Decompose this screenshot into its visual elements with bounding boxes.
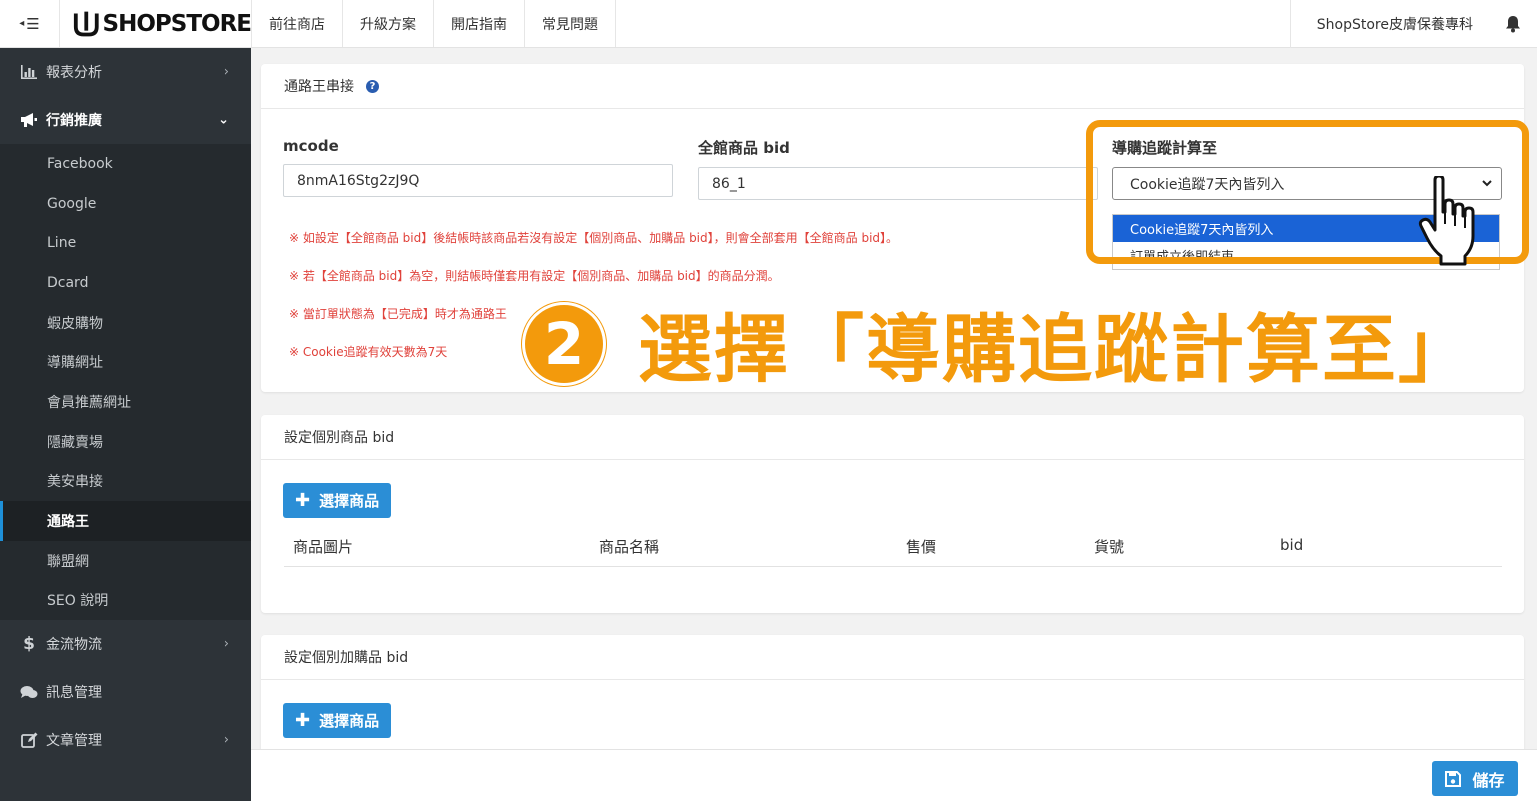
menu-icon: ☰ <box>26 14 40 33</box>
edit-icon <box>18 732 40 749</box>
mcode-input[interactable] <box>283 164 673 197</box>
bell-icon <box>1506 15 1520 32</box>
marketing-submenu: Facebook Google Line Dcard 蝦皮購物 導購網址 會員推… <box>0 144 251 621</box>
submenu-item-seo[interactable]: SEO 說明 <box>0 581 251 621</box>
sidebar-toggle-button[interactable]: ◂ ☰ <box>0 0 60 47</box>
sidebar: 報表分析 › 行銷推廣 ⌄ Facebook Google Line Dcard… <box>0 48 251 801</box>
submenu-item-affiliate[interactable]: 聯盟網 <box>0 541 251 581</box>
submenu-item-line[interactable]: Line <box>0 223 251 263</box>
button-label: 選擇商品 <box>319 492 380 510</box>
column-bid: bid <box>1280 536 1304 554</box>
card-header: 設定個別商品 bid <box>261 415 1524 460</box>
chevron-down-icon: ⌄ <box>218 112 229 128</box>
column-product-name: 商品名稱 <box>599 538 660 556</box>
sidebar-item-label: 行銷推廣 <box>46 113 102 129</box>
store-bid-input[interactable] <box>698 167 1098 200</box>
sidebar-item-articles[interactable]: 文章管理 › <box>0 716 251 764</box>
footer-bar: 儲存 <box>251 749 1537 801</box>
submenu-item-dcard[interactable]: Dcard <box>0 263 251 303</box>
note-line: ※ 當訂單狀態為【已完成】時才為通路王 <box>289 307 507 321</box>
sidebar-item-payment-logistics[interactable]: $ 金流物流 › <box>0 620 251 668</box>
main-content: 通路王串接 ? mcode 全館商品 bid 導購追蹤計算至 Cookie追蹤7… <box>251 48 1537 801</box>
nav-faq[interactable]: 常見問題 <box>525 0 616 47</box>
chat-icon <box>18 685 40 700</box>
brand-logo[interactable]: SHOPSTORE <box>60 0 252 47</box>
nav-upgrade-plan[interactable]: 升級方案 <box>343 0 434 47</box>
help-icon[interactable]: ? <box>366 79 379 93</box>
column-price: 售價 <box>906 538 937 556</box>
nav-goto-store[interactable]: 前往商店 <box>252 0 343 47</box>
save-label: 儲存 <box>1472 770 1505 790</box>
notification-button[interactable] <box>1489 15 1537 33</box>
button-label: 選擇商品 <box>319 712 380 730</box>
sidebar-item-label: 報表分析 <box>46 65 102 81</box>
card-title: 設定個別商品 bid <box>284 430 395 446</box>
floppy-disk-icon <box>1445 770 1462 787</box>
card-title: 設定個別加購品 bid <box>284 650 409 666</box>
chevron-right-icon: › <box>223 64 229 80</box>
plus-icon: ✚ <box>295 490 311 511</box>
pointer-hand-icon <box>1418 176 1475 266</box>
sidebar-item-label: 金流物流 <box>46 637 102 654</box>
nav-store-guide[interactable]: 開店指南 <box>434 0 525 47</box>
chevron-right-icon: › <box>223 732 229 748</box>
submenu-item-hidden-store[interactable]: 隱藏賣場 <box>0 422 251 462</box>
note-line: ※ 若【全館商品 bid】為空，則結帳時僅套用有設定【個別商品、加購品 bid】… <box>289 269 780 283</box>
bar-chart-icon <box>18 65 40 79</box>
card-title: 通路王串接 <box>284 79 354 95</box>
column-sku: 貨號 <box>1094 538 1125 556</box>
note-line: ※ Cookie追蹤有效天數為7天 <box>289 345 448 359</box>
mcode-field: mcode <box>283 137 673 197</box>
tracking-label: 導購追蹤計算至 <box>1112 139 1218 157</box>
submenu-item-ichannels[interactable]: 通路王 <box>0 501 251 541</box>
submenu-item-member-referral[interactable]: 會員推薦網址 <box>0 382 251 422</box>
store-bid-label: 全館商品 bid <box>698 139 790 157</box>
tracking-select-value: Cookie追蹤7天內皆列入 <box>1130 176 1285 193</box>
megaphone-icon <box>18 112 40 128</box>
step-number-badge: 2 <box>522 301 606 386</box>
select-addon-button[interactable]: ✚ 選擇商品 <box>283 703 392 738</box>
chevron-right-icon: › <box>223 636 229 652</box>
submenu-item-google[interactable]: Google <box>0 184 251 224</box>
top-bar: ◂ ☰ SHOPSTORE 前往商店 升級方案 開店指南 常見問題 ShopSt… <box>0 0 1537 48</box>
submenu-item-referral-url[interactable]: 導購網址 <box>0 342 251 382</box>
plus-icon: ✚ <box>295 710 311 731</box>
brand-name: SHOPSTORE <box>102 10 252 37</box>
submenu-item-market-america[interactable]: 美安串接 <box>0 462 251 502</box>
tutorial-overlay: 2 選擇「導購追蹤計算至」 <box>522 290 1474 397</box>
store-bid-field: 全館商品 bid <box>698 137 1098 200</box>
step-instruction: 選擇「導購追蹤計算至」 <box>637 306 1474 394</box>
sidebar-item-label: 文章管理 <box>46 733 102 750</box>
submenu-item-facebook[interactable]: Facebook <box>0 144 251 184</box>
collapse-icon: ◂ <box>19 18 25 29</box>
topbar-right: ShopStore皮膚保養專科 <box>1289 0 1537 48</box>
select-product-button[interactable]: ✚ 選擇商品 <box>283 483 392 518</box>
card-header: 通路王串接 ? <box>261 64 1524 109</box>
card-header: 設定個別加購品 bid <box>261 635 1524 680</box>
product-bid-card: 設定個別商品 bid ✚ 選擇商品 商品圖片 商品名稱 售價 貨號 bid <box>261 415 1524 613</box>
top-nav: 前往商店 升級方案 開店指南 常見問題 <box>252 0 616 47</box>
sidebar-item-marketing[interactable]: 行銷推廣 ⌄ <box>0 96 251 144</box>
sidebar-item-messages[interactable]: 訊息管理 <box>0 668 251 716</box>
dollar-icon: $ <box>23 634 35 655</box>
sidebar-item-label: 訊息管理 <box>46 685 102 702</box>
save-button[interactable]: 儲存 <box>1432 761 1518 796</box>
column-product-image: 商品圖片 <box>293 538 354 556</box>
submenu-item-shopee[interactable]: 蝦皮購物 <box>0 303 251 343</box>
sidebar-item-reports[interactable]: 報表分析 › <box>0 48 251 96</box>
shopstore-logo-icon <box>73 11 99 36</box>
table-divider <box>284 566 1502 567</box>
note-line: ※ 如設定【全館商品 bid】後結帳時該商品若沒有設定【個別商品、加購品 bid… <box>289 231 899 245</box>
store-name-menu[interactable]: ShopStore皮膚保養專科 <box>1289 0 1489 48</box>
mcode-label: mcode <box>283 137 339 155</box>
